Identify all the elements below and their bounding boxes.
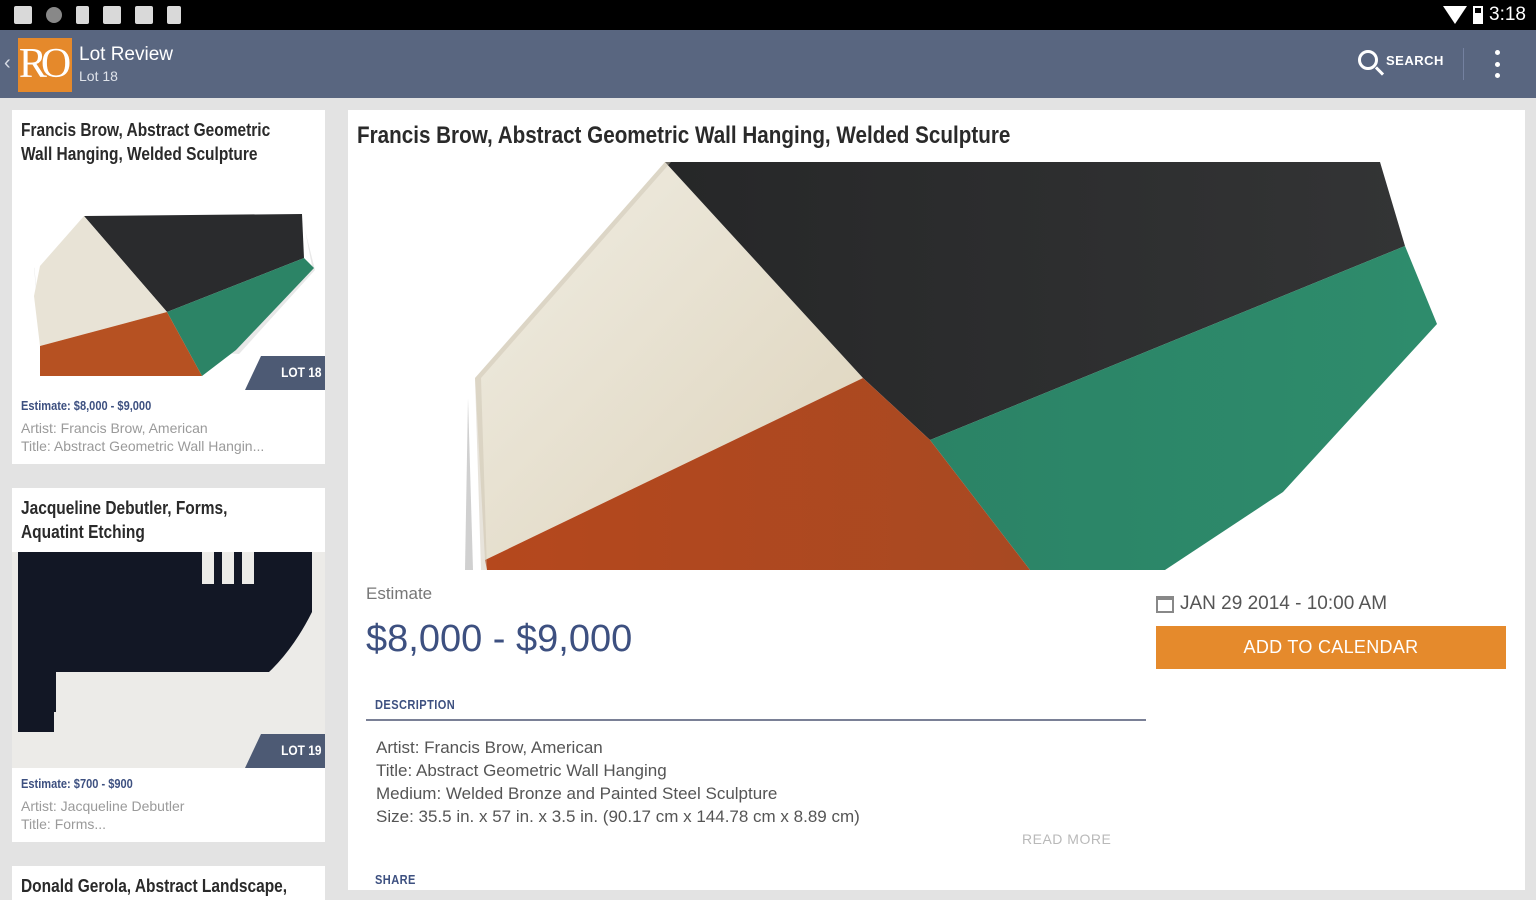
lot-detail-title: Francis Brow, Abstract Geometric Wall Ha… [357,122,1011,149]
lot-card[interactable]: Donald Gerola, Abstract Landscape, [12,866,325,900]
file-notification-icon [167,6,181,24]
action-divider [1463,48,1464,80]
lot-hero-image [465,162,1437,570]
lot-badge: LOT 18 [245,356,325,390]
search-button[interactable]: SEARCH [1358,50,1444,70]
lot-detail-panel: Francis Brow, Abstract Geometric Wall Ha… [348,110,1525,890]
task-notification-icon [135,6,153,24]
share-heading: SHARE [375,872,416,887]
sync-notification-icon [46,7,62,23]
lot-estimate: Estimate: $8,000 - $9,000 [21,398,152,413]
estimate-label: Estimate [366,584,433,603]
description-heading: DESCRIPTION [375,697,456,712]
phone-notification-icon [76,6,89,24]
shopping-bag-notification-icon [103,6,121,24]
app-logo[interactable]: RO [18,38,72,92]
description-line: Size: 35.5 in. x 57 in. x 3.5 in. (90.17… [376,807,860,826]
lot-artist: Artist: Jacqueline Debutler [21,798,185,814]
search-icon [1358,50,1378,70]
system-tray: 3:18 [1443,4,1526,26]
description-line: Artist: Francis Brow, American [376,738,603,757]
auction-date-text: JAN 29 2014 - 10:00 AM [1180,593,1388,614]
status-bar: 3:18 [0,0,1536,30]
search-label: SEARCH [1386,52,1444,68]
calendar-icon [1156,595,1174,613]
lot-estimate: Estimate: $700 - $900 [21,776,133,791]
read-more-link[interactable]: READ MORE [1022,831,1111,847]
lot-title-meta: Title: Abstract Geometric Wall Hangin... [21,438,265,454]
lot-card-title: Donald Gerola, Abstract Landscape, [21,876,288,896]
notification-icons [14,6,181,24]
screen-title: Lot Review [79,44,173,65]
auction-date: JAN 29 2014 - 10:00 AM [1156,593,1387,615]
add-to-calendar-button[interactable]: ADD TO CALENDAR [1156,626,1506,669]
description-line: Medium: Welded Bronze and Painted Steel … [376,784,778,803]
description-line: Title: Abstract Geometric Wall Hanging [376,761,667,780]
battery-icon [1473,6,1484,24]
estimate-value: $8,000 - $9,000 [366,618,633,660]
back-chevron-icon[interactable]: ‹ [4,52,11,75]
description-body: Artist: Francis Brow, American Title: Ab… [376,736,860,828]
overflow-menu-icon[interactable] [1493,50,1501,78]
gallery-notification-icon [14,6,32,24]
wifi-icon [1443,6,1468,24]
lot-artist: Artist: Francis Brow, American [21,420,208,436]
screen-subtitle: Lot 18 [79,68,118,84]
description-divider [366,719,1146,721]
lot-card[interactable]: Francis Brow, Abstract Geometric Wall Ha… [12,110,325,464]
lot-card-title: Jacqueline Debutler, Forms, Aquatint Etc… [21,498,228,542]
lot-badge: LOT 19 [245,734,325,768]
action-bar: ‹ RO Lot Review Lot 18 SEARCH [0,30,1536,98]
lot-thumbnail [12,186,325,378]
lot-card-title: Francis Brow, Abstract Geometric Wall Ha… [21,120,271,164]
lot-title-meta: Title: Forms... [21,816,107,832]
clock: 3:18 [1489,4,1526,25]
lot-card[interactable]: Jacqueline Debutler, Forms, Aquatint Etc… [12,488,325,842]
lot-list: Francis Brow, Abstract Geometric Wall Ha… [0,98,338,900]
